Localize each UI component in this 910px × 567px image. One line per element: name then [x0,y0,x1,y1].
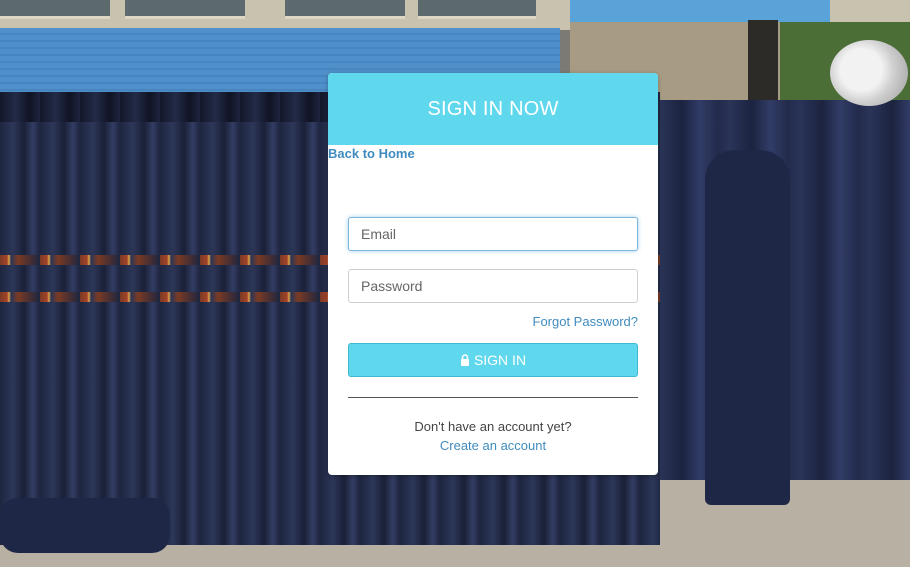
password-input[interactable] [348,269,638,303]
window [125,0,245,19]
lock-icon [460,354,470,366]
blue-banner [570,0,830,22]
divider [348,397,638,398]
window [285,0,405,19]
window [0,0,110,19]
pillar [748,20,778,110]
no-account-text: Don't have an account yet? [414,419,572,434]
sign-in-label: SIGN IN [473,352,527,368]
login-header: SIGN IN NOW [328,73,658,145]
forgot-password-link[interactable]: Forgot Password? [533,314,639,329]
back-to-home-link[interactable]: Back to Home [328,146,415,161]
create-account-link[interactable]: Create an account [328,438,658,453]
fallen-officer [0,498,170,553]
sign-in-button[interactable]: SIGN IN [348,343,638,377]
window [418,0,536,19]
login-card: SIGN IN NOW Back to Home Forgot Password… [328,73,658,475]
page-title: SIGN IN NOW [427,97,559,120]
tuba [830,40,908,106]
email-input[interactable] [348,217,638,251]
foreground-officer [705,150,790,505]
